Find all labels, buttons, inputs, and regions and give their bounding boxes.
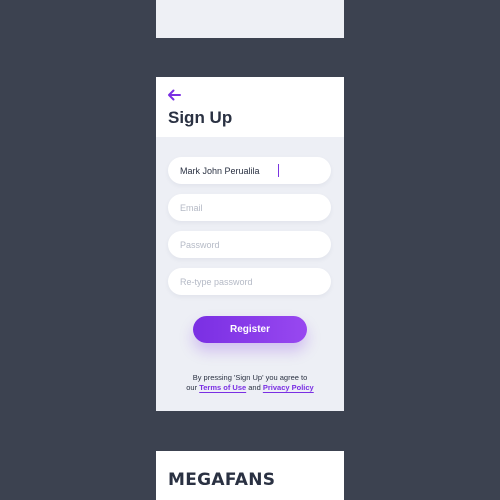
screen-header: Sign Up [156,77,344,137]
brand-logo: MEGAFANS [168,470,276,490]
arrow-left-icon [168,89,181,101]
email-input[interactable] [168,194,331,221]
page-title: Sign Up [168,108,233,127]
signup-screen: Sign Up Register By pressing 'Sign Up' y… [156,77,344,411]
terms-of-use-link[interactable]: Terms of Use [199,383,246,392]
password-field[interactable] [168,231,331,258]
email-field[interactable] [168,194,331,221]
privacy-policy-link[interactable]: Privacy Policy [263,383,314,392]
retype-password-input[interactable] [168,268,331,295]
retype-password-field[interactable] [168,268,331,295]
name-input[interactable] [168,157,331,184]
register-button[interactable]: Register [193,316,307,343]
terms-line-2: our Terms of Use and Privacy Policy [156,383,344,393]
text-cursor [278,164,279,177]
terms-prefix: our [186,383,200,392]
next-screen-card: MEGAFANS [156,451,344,500]
previous-screen-card [156,0,344,38]
back-button[interactable] [166,87,182,103]
password-input[interactable] [168,231,331,258]
terms-line-1: By pressing 'Sign Up' you agree to [192,373,308,382]
terms-and: and [246,383,263,392]
name-field[interactable] [168,157,331,184]
terms-notice: By pressing 'Sign Up' you agree to our T… [156,373,344,393]
artboard: Sign Up Register By pressing 'Sign Up' y… [0,0,500,500]
